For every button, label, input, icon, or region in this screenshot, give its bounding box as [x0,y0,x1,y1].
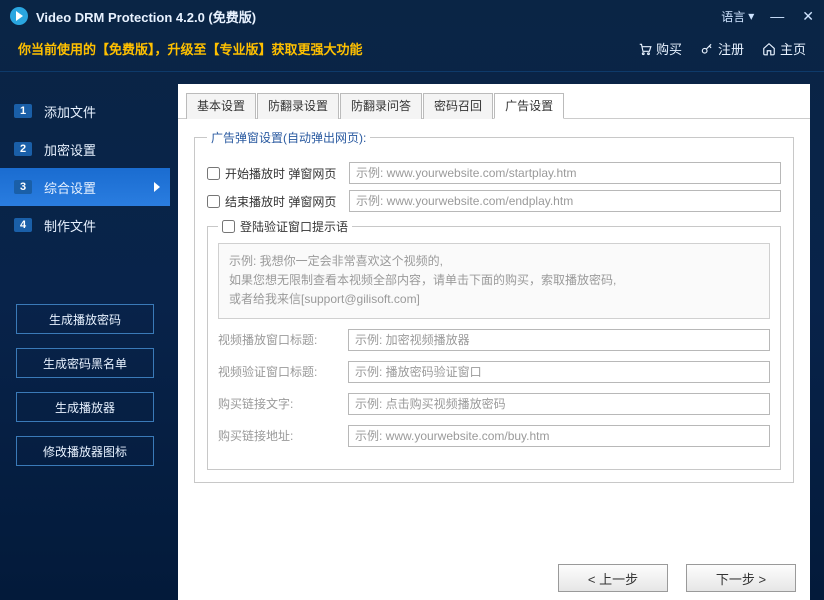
generate-blacklist-button[interactable]: 生成密码黑名单 [16,348,154,378]
key-icon [700,42,714,56]
close-button[interactable]: ✕ [802,8,814,25]
player-title-input[interactable] [348,329,770,351]
app-logo-icon [10,7,28,25]
modify-player-icon-button[interactable]: 修改播放器图标 [16,436,154,466]
step-label: 制作文件 [44,216,96,235]
upgrade-tagline: 你当前使用的【免费版】，升级至【专业版】获取更强大功能 [18,39,363,58]
prev-button[interactable]: < 上一步 [558,564,668,592]
startplay-checkbox-label[interactable]: 开始播放时 弹窗网页 [207,165,343,182]
tab-basic[interactable]: 基本设置 [186,93,256,119]
tab-anti-record[interactable]: 防翻录设置 [257,93,339,119]
generate-password-button[interactable]: 生成播放密码 [16,304,154,334]
titlebar: Video DRM Protection 4.2.0 (免费版) 语言 ▾ — … [0,0,824,32]
tab-ad-settings[interactable]: 广告设置 [494,93,564,119]
login-hint-textarea[interactable]: 示例: 我想你一定会非常喜欢这个视频的, 如果您想无限制查看本视频全部内容，请单… [218,243,770,319]
home-link[interactable]: 主页 [762,39,806,58]
verify-title-input[interactable] [348,361,770,383]
step-label: 添加文件 [44,102,96,121]
step-add-files[interactable]: 1 添加文件 [0,92,170,130]
buy-url-input[interactable] [348,425,770,447]
step-encrypt-settings[interactable]: 2 加密设置 [0,130,170,168]
next-button[interactable]: 下一步 > [686,564,796,592]
buy-text-label: 购买链接文字: [218,395,348,412]
step-build-files[interactable]: 4 制作文件 [0,206,170,244]
startplay-url-input[interactable] [349,162,781,184]
sidebar: 1 添加文件 2 加密设置 3 综合设置 4 制作文件 生成播放密码 生成密码黑… [0,72,170,600]
language-label: 语言 [721,8,745,25]
login-hint-legend[interactable]: 登陆验证窗口提示语 [218,218,352,235]
player-title-label: 视频播放窗口标题: [218,331,348,348]
cart-icon [638,42,652,56]
buy-text-input[interactable] [348,393,770,415]
chevron-down-icon: ▾ [748,9,754,23]
endplay-url-input[interactable] [349,190,781,212]
step-label: 加密设置 [44,140,96,159]
verify-title-label: 视频验证窗口标题: [218,363,348,380]
step-general-settings[interactable]: 3 综合设置 [0,168,170,206]
endplay-checkbox[interactable] [207,195,220,208]
startplay-checkbox[interactable] [207,167,220,180]
generate-player-button[interactable]: 生成播放器 [16,392,154,422]
login-hint-checkbox[interactable] [222,220,235,233]
step-label: 综合设置 [44,178,96,197]
ad-settings-group: 广告弹窗设置(自动弹出网页): 开始播放时 弹窗网页 结束播放时 弹窗网页 [194,129,794,483]
login-hint-group: 登陆验证窗口提示语 示例: 我想你一定会非常喜欢这个视频的, 如果您想无限制查看… [207,218,781,470]
tab-password-recall[interactable]: 密码召回 [423,93,493,119]
main-panel: 基本设置 防翻录设置 防翻录问答 密码召回 广告设置 广告弹窗设置(自动弹出网页… [178,84,810,600]
tab-bar: 基本设置 防翻录设置 防翻录问答 密码召回 广告设置 [178,84,810,119]
register-link[interactable]: 注册 [700,39,744,58]
buy-link[interactable]: 购买 [638,39,682,58]
minimize-button[interactable]: — [770,8,784,25]
language-selector[interactable]: 语言 ▾ [721,8,754,25]
endplay-checkbox-label[interactable]: 结束播放时 弹窗网页 [207,193,343,210]
buy-url-label: 购买链接地址: [218,427,348,444]
home-icon [762,42,776,56]
toolbar: 你当前使用的【免费版】，升级至【专业版】获取更强大功能 购买 注册 主页 [0,32,824,72]
tab-anti-record-qa[interactable]: 防翻录问答 [340,93,422,119]
window-title: Video DRM Protection 4.2.0 (免费版) [36,7,256,26]
ad-group-legend: 广告弹窗设置(自动弹出网页): [207,129,370,146]
